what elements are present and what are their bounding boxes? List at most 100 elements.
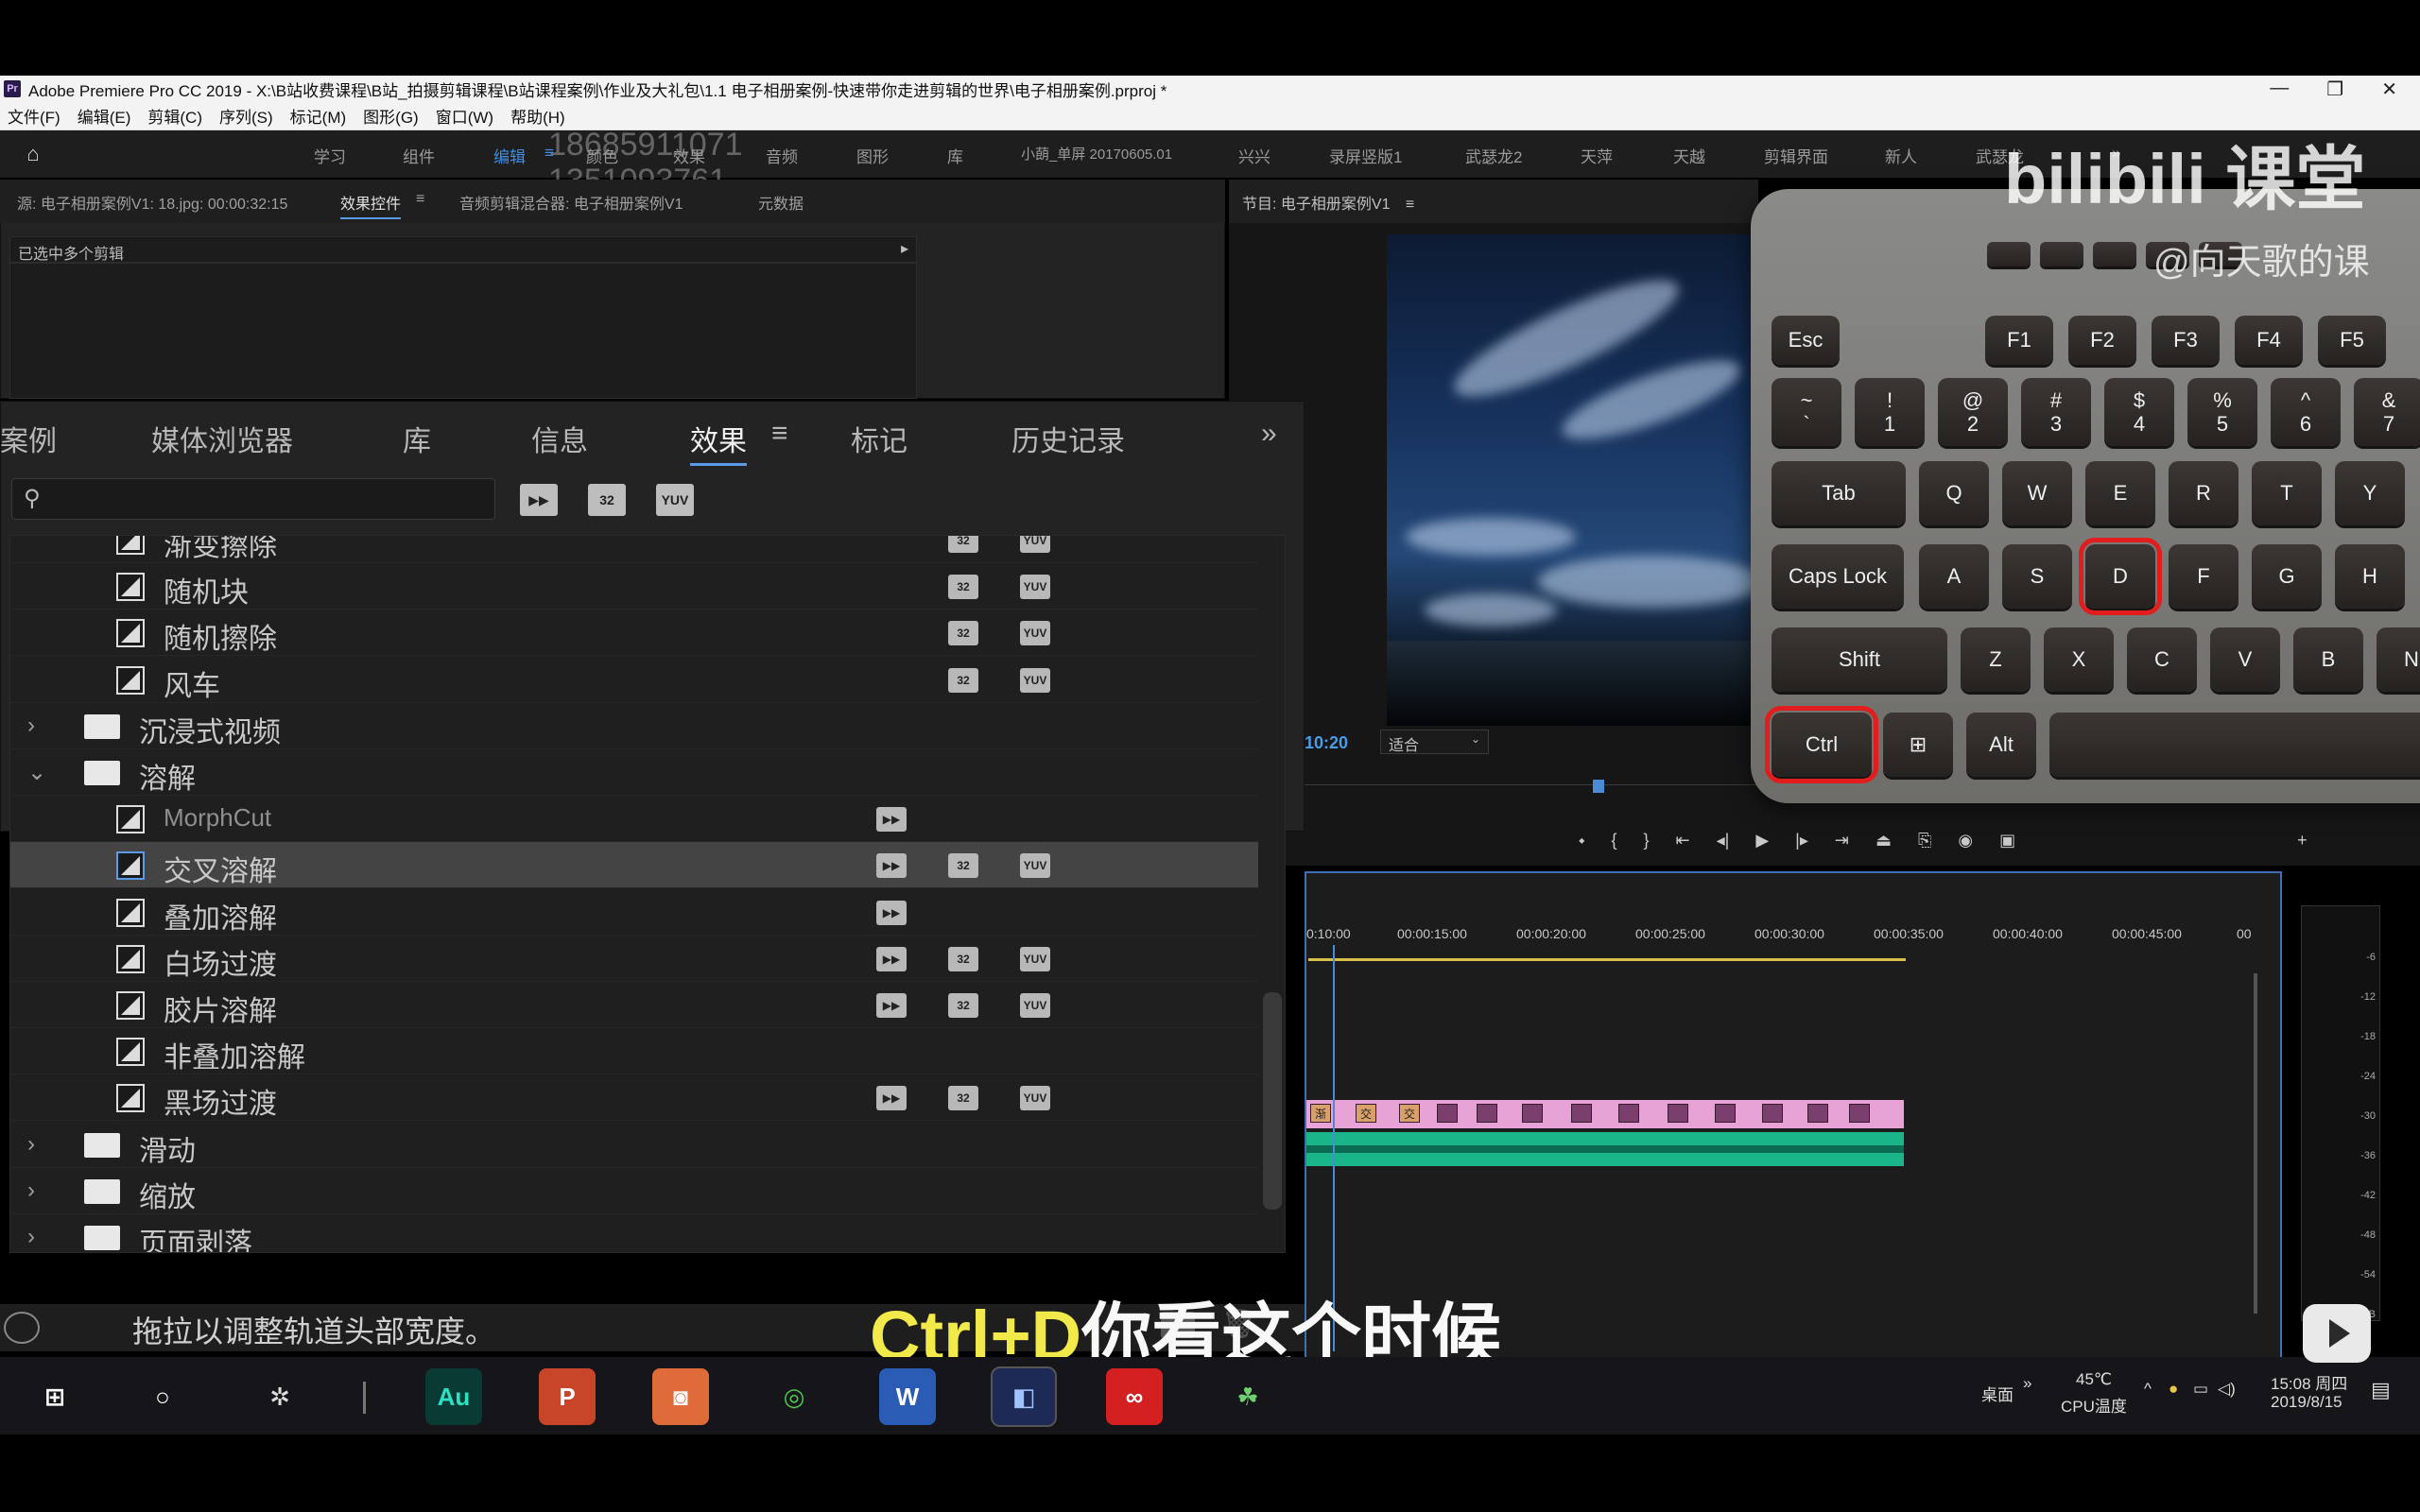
effect-item[interactable]: MorphCut ▶▶: [10, 796, 1258, 843]
transition-marker[interactable]: 交: [1399, 1104, 1420, 1123]
tab-libraries[interactable]: 库: [403, 418, 431, 459]
desktop-toolbar[interactable]: 桌面: [1981, 1382, 2014, 1405]
taskbar-premiere-icon[interactable]: ◧: [991, 1366, 1057, 1427]
chevron-right-icon[interactable]: ›: [27, 1131, 35, 1158]
clip-thumbnail[interactable]: [1522, 1104, 1543, 1123]
export-frame-icon[interactable]: ◉: [1958, 831, 1973, 850]
tab-audio-clip-mixer[interactable]: 音频剪辑混合器: 电子相册案例V1: [459, 191, 683, 214]
home-icon[interactable]: ⌂: [0, 142, 66, 166]
effects-menu-icon[interactable]: ≡: [771, 418, 788, 450]
menu-file[interactable]: 文件(F): [8, 104, 60, 128]
taskbar-wechat-icon[interactable]: ◎: [766, 1368, 822, 1425]
tray-app-icon[interactable]: ●: [2169, 1380, 2178, 1399]
clip-thumbnail[interactable]: [1668, 1104, 1688, 1123]
workspace-assembly[interactable]: 组件: [403, 144, 435, 167]
tab-project[interactable]: 案例: [0, 418, 57, 459]
clip-thumbnail[interactable]: [1477, 1104, 1497, 1123]
accelerated-effects-filter[interactable]: ▶▶: [520, 484, 558, 516]
audio-track-clip[interactable]: [1306, 1132, 1904, 1166]
chevron-right-icon[interactable]: ›: [27, 1224, 35, 1250]
extract-icon[interactable]: ⎘: [1918, 831, 1931, 850]
menu-graphics[interactable]: 图形(G): [363, 104, 419, 128]
program-playhead-marker[interactable]: [1593, 780, 1604, 793]
menu-clip[interactable]: 剪辑(C): [147, 104, 202, 128]
effect-item[interactable]: 渐变擦除 32 YUV: [10, 536, 1258, 563]
effect-item[interactable]: 非叠加溶解: [10, 1028, 1258, 1075]
taskbar-W-icon[interactable]: W: [879, 1368, 936, 1425]
clip-thumbnail[interactable]: [1762, 1104, 1783, 1123]
add-marker-icon[interactable]: ⬩: [1579, 831, 1584, 850]
lift-icon[interactable]: ⏏: [1876, 831, 1892, 850]
effect-folder[interactable]: ⌄ 溶解: [10, 749, 1258, 796]
workspace-custom-5[interactable]: 天萍: [1581, 144, 1613, 167]
tray-expand-icon[interactable]: ^: [2144, 1380, 2152, 1399]
chevron-right-icon[interactable]: ›: [27, 1177, 35, 1204]
workspace-learn[interactable]: 学习: [314, 144, 346, 167]
toolbar-expand-icon[interactable]: »: [2023, 1374, 2031, 1393]
menu-sequence[interactable]: 序列(S): [219, 104, 273, 128]
tab-metadata[interactable]: 元数据: [758, 191, 804, 214]
tab-effect-controls[interactable]: 效果控件: [340, 191, 402, 219]
workspace-custom-7[interactable]: 剪辑界面: [1764, 144, 1828, 167]
effect-item[interactable]: 随机块 32 YUV: [10, 563, 1258, 610]
effects-scrollbar[interactable]: [1263, 992, 1282, 1210]
minimize-button[interactable]: —: [2270, 77, 2289, 101]
workspace-custom-6[interactable]: 天越: [1673, 144, 1705, 167]
timeline-scrollbar[interactable]: [2254, 973, 2257, 1314]
chevron-right-icon[interactable]: ›: [27, 713, 35, 739]
clip-thumbnail[interactable]: [1618, 1104, 1639, 1123]
taskbar-cortana-icon[interactable]: ○: [134, 1368, 191, 1425]
work-area-bar[interactable]: [1308, 958, 1906, 961]
workspace-custom-4[interactable]: 武瑟龙2: [1465, 144, 1522, 167]
chevron-down-icon[interactable]: ⌄: [27, 759, 46, 786]
clock-date[interactable]: 2019/8/15: [2271, 1393, 2342, 1412]
taskbar-P-icon[interactable]: P: [539, 1368, 596, 1425]
effect-item[interactable]: 随机擦除 32 YUV: [10, 610, 1258, 657]
workspace-libraries[interactable]: 库: [947, 144, 963, 167]
taskbar-Au-icon[interactable]: Au: [425, 1368, 482, 1425]
effects-search-input[interactable]: ⚲: [11, 478, 495, 520]
effect-item[interactable]: 黑场过渡 ▶▶ 32 YUV: [10, 1074, 1258, 1122]
tab-source[interactable]: 源: 电子相册案例V1: 18.jpg: 00:00:32:15: [17, 191, 287, 214]
workspace-audio[interactable]: 音频: [766, 144, 798, 167]
effect-folder[interactable]: › 滑动: [10, 1122, 1258, 1168]
workspace-custom-3[interactable]: 录屏竖版1: [1329, 144, 1402, 167]
play-icon[interactable]: ▶: [1755, 831, 1769, 850]
program-timecode[interactable]: 10:20: [1305, 733, 1348, 753]
workspace-editing[interactable]: 编辑: [493, 144, 526, 167]
menu-edit[interactable]: 编辑(E): [78, 104, 131, 128]
video-track-clips[interactable]: 渐交交: [1306, 1100, 1904, 1128]
effect-controls-menu-icon[interactable]: ≡: [416, 191, 424, 208]
volume-icon[interactable]: ◁): [2218, 1380, 2236, 1399]
menu-window[interactable]: 窗口(W): [436, 104, 493, 128]
menu-marker[interactable]: 标记(M): [290, 104, 346, 128]
network-icon[interactable]: ▭: [2193, 1380, 2208, 1399]
transition-marker[interactable]: 交: [1356, 1104, 1376, 1123]
tab-markers[interactable]: 标记: [851, 418, 908, 459]
taskbar-start-icon[interactable]: ⊞: [26, 1368, 83, 1425]
clip-thumbnail[interactable]: [1437, 1104, 1458, 1123]
step-back-icon[interactable]: ◂|: [1717, 831, 1730, 850]
mark-in-icon[interactable]: {: [1611, 831, 1616, 850]
go-to-in-icon[interactable]: ⇤: [1676, 831, 1690, 850]
effect-folder[interactable]: › 页面剥落: [10, 1214, 1258, 1252]
clip-thumbnail[interactable]: [1807, 1104, 1828, 1123]
effect-item[interactable]: 白场过渡 ▶▶ 32 YUV: [10, 936, 1258, 982]
workspace-custom-1[interactable]: 小蓢_单屏 20170605.01: [1021, 144, 1172, 163]
taskbar-photo-icon[interactable]: ◙: [652, 1368, 709, 1425]
clock-time[interactable]: 15:08 周四: [2271, 1370, 2347, 1394]
bilibili-play-icon[interactable]: [2303, 1304, 2371, 1363]
go-to-out-icon[interactable]: ⇥: [1835, 831, 1849, 850]
32bit-effects-filter[interactable]: 32: [588, 484, 626, 516]
workspace-custom-8[interactable]: 新人: [1885, 144, 1917, 167]
program-monitor-title[interactable]: 节目: 电子相册案例V1: [1242, 197, 1390, 213]
taskbar-fan-icon[interactable]: ✲: [251, 1368, 308, 1425]
mark-out-icon[interactable]: }: [1644, 831, 1650, 850]
notification-icon[interactable]: ▤: [2371, 1378, 2391, 1402]
clip-thumbnail[interactable]: [1849, 1104, 1870, 1123]
program-menu-icon[interactable]: ≡: [1406, 197, 1414, 213]
tab-info[interactable]: 信息: [531, 418, 588, 459]
effect-item[interactable]: 叠加溶解 ▶▶: [10, 889, 1258, 936]
expand-arrow-icon[interactable]: ▸: [901, 239, 908, 258]
taskbar-clover-icon[interactable]: ☘: [1219, 1368, 1276, 1425]
